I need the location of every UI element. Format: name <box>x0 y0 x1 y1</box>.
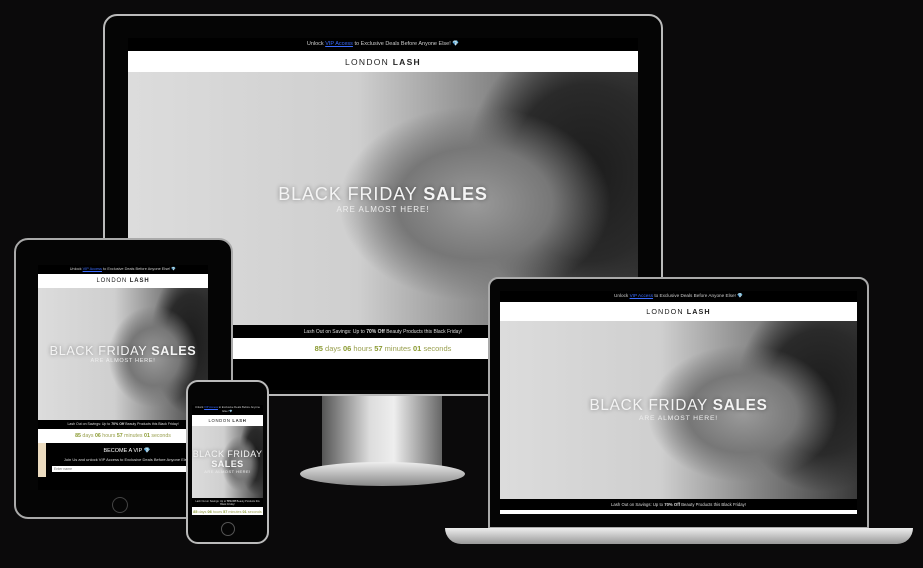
promo-discount: 70% Off <box>664 501 681 507</box>
vip-access-link[interactable]: VIP Access <box>83 267 102 271</box>
hero-subtitle: ARE ALMOST HERE! <box>204 469 251 475</box>
promo-text: Lash Out on Savings: Up to <box>67 422 112 427</box>
hero-title: BLACK FRIDAY SALES <box>278 184 488 205</box>
days-value: 85 <box>314 344 323 354</box>
hero-title-light: BLACK FRIDAY <box>589 397 713 415</box>
banner-text: Unlock <box>614 293 630 299</box>
banner-text: to Exclusive Deals Before Anyone Else! 💎 <box>101 266 177 271</box>
banner-text: to Exclusive Deals Before Anyone Else! 💎 <box>352 40 460 47</box>
site-logo[interactable]: LONDON LASH <box>500 302 857 321</box>
website: Unlock VIP Access to Exclusive Deals Bef… <box>192 405 263 515</box>
vip-access-link[interactable]: VIP Access <box>630 293 653 298</box>
seconds-label: seconds <box>421 344 452 354</box>
logo-text: LONDON <box>96 278 130 285</box>
announcement-banner: Unlock VIP Access to Exclusive Deals Bef… <box>128 38 638 52</box>
promo-bar: Lash Out on Savings: Up to 70% Off Beaut… <box>38 419 208 429</box>
hero-title-bold: SALES <box>151 343 197 358</box>
promo-text: Beauty Products this Black Friday! <box>384 328 463 335</box>
announcement-banner: Unlock VIP Access to Exclusive Deals Bef… <box>192 405 263 416</box>
hero-subtitle: ARE ALMOST HERE! <box>638 415 719 423</box>
monitor-stand <box>322 388 442 468</box>
days-label: days <box>322 344 343 354</box>
promo-text: Beauty Products this Black Friday! <box>124 422 179 427</box>
banner-text: Unlock <box>306 40 326 47</box>
hero-banner: BLACK FRIDAY SALES ARE ALMOST HERE! <box>500 320 857 499</box>
promo-text: Lash Out on Savings: Up to <box>303 328 367 335</box>
logo-text-bold: LASH <box>392 56 421 67</box>
tablet-home-button <box>112 497 128 513</box>
vip-text: Join Us and unlock VIP Access to Exclusi… <box>63 457 191 463</box>
hero-title-bold: SALES <box>211 459 244 470</box>
hero-title: BLACK FRIDAY SALES <box>589 397 767 415</box>
logo-text-bold: LASH <box>686 306 711 316</box>
logo-text-bold: LASH <box>129 278 150 285</box>
hero-title-bold: SALES <box>712 397 768 415</box>
hero-title-light: BLACK FRIDAY <box>49 343 152 358</box>
hero-title: BLACK FRIDAY SALES <box>50 344 197 358</box>
seconds-label: seconds <box>246 510 262 515</box>
promo-discount: 70% Off <box>111 422 125 427</box>
website: Unlock VIP Access to Exclusive Deals Bef… <box>38 265 208 478</box>
laptop-base <box>445 528 913 544</box>
hero-subtitle: ARE ALMOST HERE! <box>336 204 430 214</box>
promo-text: Lash Out on Savings: Up to <box>611 501 665 507</box>
hero-title-light: BLACK FRIDAY <box>192 449 263 460</box>
announcement-banner: Unlock VIP Access to Exclusive Deals Bef… <box>500 291 857 303</box>
promo-bar: Lash Out on Savings: Up to 70% Off Beaut… <box>192 497 263 508</box>
days-label: days <box>80 433 95 439</box>
announcement-banner: Unlock VIP Access to Exclusive Deals Bef… <box>38 265 208 275</box>
monitor-base <box>300 462 465 486</box>
hours-label: hours <box>211 510 224 515</box>
minutes-value: 57 <box>374 344 383 354</box>
countdown-timer: 85 days 06 hours 57 minutes 01 seconds <box>192 507 263 515</box>
name-input[interactable] <box>52 466 202 473</box>
promo-text: Beauty Products this Black Friday! <box>680 501 746 507</box>
countdown-timer: 85 days 06 hours 57 minutes 01 seconds <box>500 509 857 514</box>
days-label: days <box>197 510 208 515</box>
banner-text: Unlock <box>69 266 83 271</box>
banner-text: Unlock <box>194 406 205 410</box>
phone-home-button <box>221 522 235 536</box>
hero-banner: BLACK FRIDAY SALES ARE ALMOST HERE! <box>192 425 263 498</box>
countdown-timer: 85 days 06 hours 57 minutes 01 seconds <box>38 428 208 444</box>
seconds-label: seconds <box>149 433 171 439</box>
minutes-label: minutes <box>122 433 145 439</box>
hours-label: hours <box>100 433 117 439</box>
vip-access-link[interactable]: VIP Access <box>325 41 353 47</box>
minutes-label: minutes <box>227 510 243 515</box>
minutes-label: minutes <box>382 344 414 354</box>
banner-text: to Exclusive Deals Before Anyone Else! 💎 <box>653 293 743 299</box>
logo-text-bold: LASH <box>232 418 247 424</box>
hero-subtitle: ARE ALMOST HERE! <box>90 357 156 364</box>
phone-screen: Unlock VIP Access to Exclusive Deals Bef… <box>192 405 263 515</box>
logo-text: LONDON <box>345 56 393 67</box>
tablet-screen: Unlock VIP Access to Exclusive Deals Bef… <box>38 265 208 490</box>
promo-bar: Lash Out on Savings: Up to 70% Off Beaut… <box>500 498 857 510</box>
promo-discount: 70% Off <box>366 328 385 335</box>
site-logo[interactable]: LONDON LASH <box>128 51 638 73</box>
vip-access-link[interactable]: VIP Access <box>204 406 218 409</box>
hero-title: BLACK FRIDAY SALES <box>192 449 263 469</box>
hero-title-bold: SALES <box>423 183 488 204</box>
site-logo[interactable]: LONDON LASH <box>192 415 263 426</box>
site-logo[interactable]: LONDON LASH <box>38 274 208 288</box>
logo-text: LONDON <box>208 418 233 424</box>
vip-signup: BECOME A VIP 💎 Join Us and unlock VIP Ac… <box>38 443 208 478</box>
vip-title: BECOME A VIP 💎 <box>103 448 151 455</box>
hero-title-light: BLACK FRIDAY <box>278 183 424 204</box>
laptop-screen: Unlock VIP Access to Exclusive Deals Bef… <box>500 291 857 514</box>
website: Unlock VIP Access to Exclusive Deals Bef… <box>500 291 857 514</box>
banner-text: to Exclusive Deals Before Anyone Else! 💎 <box>217 406 261 414</box>
hero-banner: BLACK FRIDAY SALES ARE ALMOST HERE! <box>38 287 208 420</box>
logo-text: LONDON <box>646 306 687 316</box>
hours-label: hours <box>351 344 375 354</box>
